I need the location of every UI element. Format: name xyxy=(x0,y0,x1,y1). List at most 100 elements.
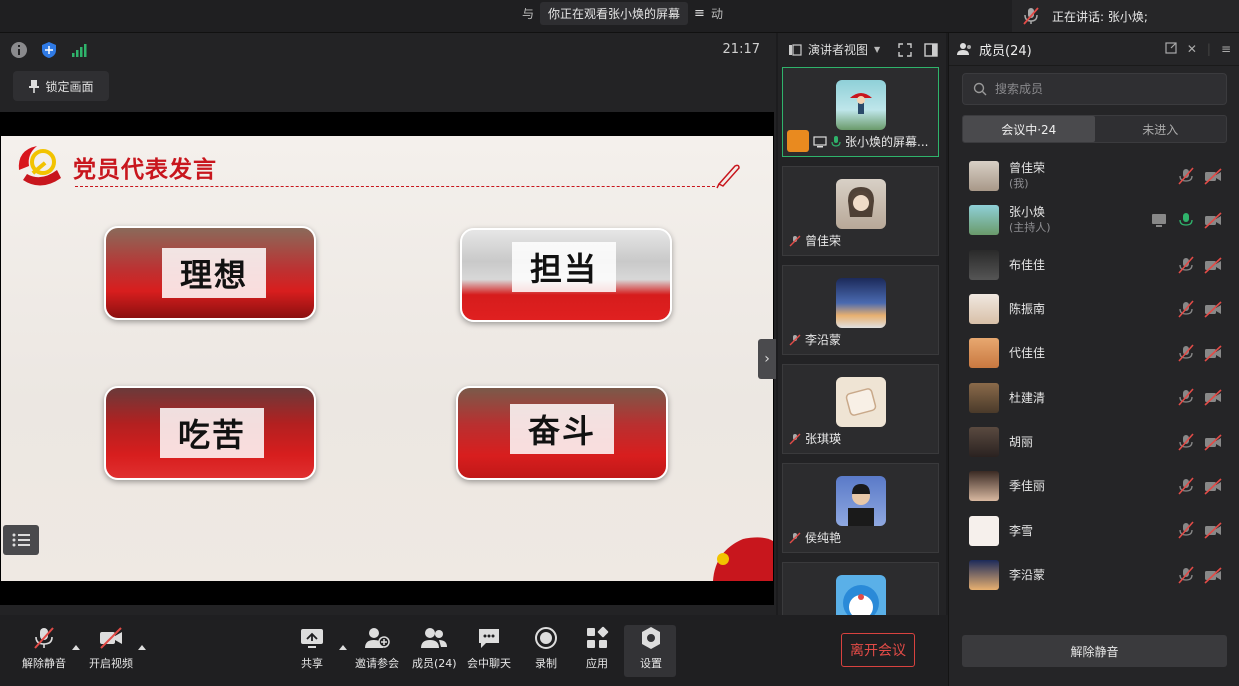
invite-user-icon xyxy=(365,628,390,648)
video-tile[interactable] xyxy=(782,562,939,615)
search-input[interactable] xyxy=(995,82,1215,96)
info-icon[interactable] xyxy=(10,41,28,59)
slide-card-chiku: 吃苦 xyxy=(104,386,316,480)
settings-button[interactable]: 设置 xyxy=(638,625,664,671)
video-options-caret[interactable] xyxy=(138,645,146,650)
mic-muted-icon[interactable] xyxy=(1176,166,1196,186)
record-button[interactable]: 录制 xyxy=(533,625,559,671)
member-row[interactable]: 布佳佳 xyxy=(949,243,1239,287)
mic-muted-icon[interactable] xyxy=(1176,476,1196,496)
member-row[interactable]: 张小焕 (主持人) xyxy=(949,198,1239,242)
member-name: 胡丽 xyxy=(1009,434,1034,449)
member-role: (主持人) xyxy=(1009,221,1051,235)
fullscreen-icon[interactable] xyxy=(898,42,912,57)
mic-muted-icon[interactable] xyxy=(1176,565,1196,585)
search-icon xyxy=(973,82,987,96)
tile-name-label: 张琪瑛 xyxy=(805,432,842,446)
invite-button[interactable]: 邀请参会 xyxy=(355,625,399,671)
video-tile[interactable]: 曾佳荣 xyxy=(782,166,939,256)
member-name: 曾佳荣 xyxy=(1009,161,1046,176)
view-mode-label[interactable]: 演讲者视图 xyxy=(808,41,868,58)
mic-muted-icon[interactable] xyxy=(1176,432,1196,452)
more-menu-icon[interactable]: ≡ xyxy=(1221,42,1231,56)
invite-label: 邀请参会 xyxy=(355,657,399,670)
avatar xyxy=(969,559,999,590)
chat-button[interactable]: 会中聊天 xyxy=(467,625,511,671)
speaking-label: 正在讲话: 张小焕; xyxy=(1052,9,1148,24)
tile-name: 张琪瑛 xyxy=(789,430,841,447)
camera-off-icon[interactable] xyxy=(1203,476,1223,496)
unmute-label: 解除静音 xyxy=(22,657,66,670)
video-tile[interactable]: 侯纯艳 xyxy=(782,463,939,553)
video-tile[interactable]: 张琪瑛 xyxy=(782,364,939,454)
notice-text: 你正在观看张小焕的屏幕 xyxy=(540,1,689,25)
members-header: 成员(24) ✕ | ≡ xyxy=(949,33,1239,66)
mic-muted-icon[interactable] xyxy=(1176,299,1196,319)
security-shield-icon[interactable] xyxy=(40,41,58,59)
layout-toggle-icon[interactable] xyxy=(924,42,938,57)
video-tile[interactable]: 李沿蒙 xyxy=(782,265,939,355)
tile-name-label: 张小焕的屏幕... xyxy=(845,135,929,149)
chat-label: 会中聊天 xyxy=(467,657,511,670)
member-row[interactable]: 李沿蒙 xyxy=(949,553,1239,597)
camera-off-icon[interactable] xyxy=(1203,520,1223,540)
member-row[interactable]: 代佳佳 xyxy=(949,331,1239,375)
settings-label: 设置 xyxy=(640,657,662,670)
camera-off-icon[interactable] xyxy=(1203,210,1223,230)
apps-grid-icon xyxy=(587,626,609,648)
lock-view-button[interactable]: 锁定画面 xyxy=(13,71,109,101)
share-button[interactable]: 共享 xyxy=(299,625,325,671)
chat-icon xyxy=(479,629,499,648)
unmute-all-button[interactable]: 解除静音 xyxy=(962,635,1227,667)
mic-muted-icon[interactable] xyxy=(1176,343,1196,363)
member-row[interactable]: 陈振南 xyxy=(949,287,1239,331)
audio-options-caret[interactable] xyxy=(72,645,80,650)
start-video-button[interactable]: 开启视频 xyxy=(89,625,133,671)
collapse-panel-tab[interactable]: › xyxy=(758,339,776,379)
mic-muted-icon[interactable] xyxy=(1176,255,1196,275)
mic-active-icon[interactable] xyxy=(1176,210,1196,230)
member-name: 季佳丽 xyxy=(1009,479,1046,494)
members-icon xyxy=(421,628,448,648)
member-row[interactable]: 杜建清 xyxy=(949,375,1239,419)
member-row[interactable]: 季佳丽 xyxy=(949,464,1239,508)
avatar xyxy=(836,80,886,130)
slide-list-toggle[interactable] xyxy=(3,525,39,555)
tab-not-joined[interactable]: 未进入 xyxy=(1095,116,1227,142)
camera-off-icon[interactable] xyxy=(1203,387,1223,407)
camera-off-icon[interactable] xyxy=(1203,299,1223,319)
video-tile[interactable]: 张小焕的屏幕... xyxy=(782,67,939,157)
tab-in-meeting[interactable]: 会议中·24 xyxy=(963,116,1095,142)
popout-icon[interactable] xyxy=(1165,42,1177,54)
camera-off-icon[interactable] xyxy=(1203,432,1223,452)
close-icon[interactable]: ✕ xyxy=(1187,42,1197,56)
mic-muted-icon[interactable] xyxy=(1176,520,1196,540)
top-bar: 与 你正在观看张小焕的屏幕 ≡ 动 正在讲话: 张小焕; xyxy=(0,0,1239,33)
camera-off-icon[interactable] xyxy=(1203,166,1223,186)
apps-button[interactable]: 应用 xyxy=(584,625,610,671)
mic-muted-icon[interactable] xyxy=(1176,387,1196,407)
share-options-caret[interactable] xyxy=(339,645,347,650)
leave-meeting-button[interactable]: 离开会议 xyxy=(841,633,915,667)
caret-down-icon[interactable]: ▼ xyxy=(874,45,880,54)
camera-off-icon[interactable] xyxy=(1203,255,1223,275)
member-name: 杜建清 xyxy=(1009,390,1046,405)
member-row[interactable]: 曾佳荣 (我) xyxy=(949,154,1239,198)
member-row[interactable]: 李雪 xyxy=(949,508,1239,552)
avatar xyxy=(836,179,886,229)
camera-off-icon[interactable] xyxy=(1203,565,1223,585)
members-button[interactable]: 成员(24) xyxy=(412,625,457,671)
member-row[interactable]: 胡丽 xyxy=(949,420,1239,464)
members-label: 成员(24) xyxy=(412,657,457,670)
pen-icon xyxy=(716,164,740,189)
party-emblem-icon xyxy=(18,146,61,186)
notice-menu-icon[interactable]: ≡ xyxy=(694,6,705,21)
slide-card-fendou: 奋斗 xyxy=(456,386,668,480)
tile-name: 侯纯艳 xyxy=(789,529,841,546)
camera-off-icon[interactable] xyxy=(1203,343,1223,363)
signal-strength-icon xyxy=(72,44,87,57)
member-name: 陈振南 xyxy=(1009,302,1046,317)
stage-toolbar: 21:17 xyxy=(0,33,776,67)
unmute-button[interactable]: 解除静音 xyxy=(22,625,66,671)
presentation-slide: 党员代表发言 理想 担当 吃苦 奋斗 xyxy=(1,136,773,581)
